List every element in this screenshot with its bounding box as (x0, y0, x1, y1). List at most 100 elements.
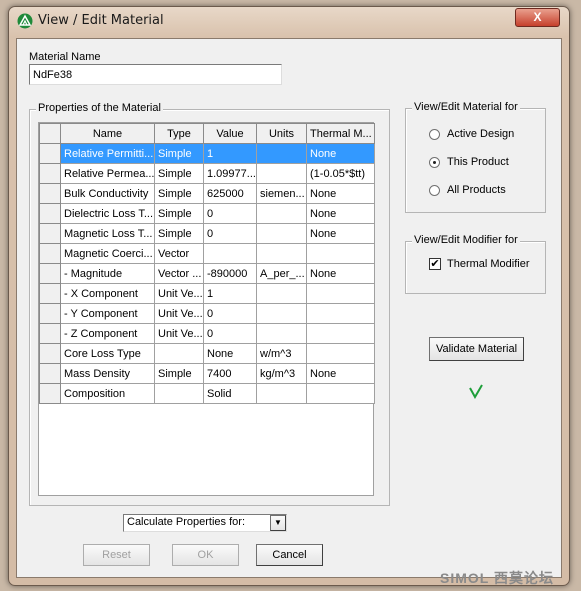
table-row[interactable]: - X Component Unit Ve... 1 (39, 283, 375, 304)
validate-material-button[interactable]: Validate Material (429, 337, 524, 361)
table-cell[interactable]: siemen... (256, 183, 307, 204)
row-header[interactable] (39, 223, 61, 244)
table-cell[interactable]: Simple (154, 363, 204, 384)
reset-button[interactable]: Reset (83, 544, 150, 566)
table-cell[interactable]: 0 (203, 223, 257, 244)
table-row[interactable]: - Magnitude Vector ... -890000 A_per_... Non… (39, 263, 375, 284)
table-cell[interactable]: - Magnitude (60, 263, 155, 284)
table-cell[interactable] (154, 343, 204, 364)
table-cell[interactable] (256, 303, 307, 324)
table-cell[interactable] (256, 283, 307, 304)
table-row[interactable]: Relative Permea... Simple 1.09977... (1-0.0… (39, 163, 375, 184)
table-row[interactable]: Mass Density Simple 7400 kg/m^3 None (39, 363, 375, 384)
table-cell[interactable]: w/m^3 (256, 343, 307, 364)
table-row[interactable]: Core Loss Type None w/m^3 (39, 343, 375, 364)
column-header[interactable]: Thermal M... (306, 123, 375, 144)
column-header[interactable]: Name (60, 123, 155, 144)
table-row[interactable]: Relative Permitti... Simple 1 None (39, 143, 375, 164)
table-cell[interactable] (306, 383, 375, 404)
table-cell[interactable] (306, 243, 375, 264)
table-cell[interactable]: 1 (203, 143, 257, 164)
row-header[interactable] (39, 323, 61, 344)
row-header[interactable] (39, 143, 61, 164)
table-cell[interactable]: Relative Permitti... (60, 143, 155, 164)
table-cell[interactable]: 1.09977... (203, 163, 257, 184)
table-row[interactable]: Dielectric Loss T... Simple 0 None (39, 203, 375, 224)
table-cell[interactable]: 0 (203, 203, 257, 224)
material-name-input[interactable] (29, 64, 282, 85)
ok-button[interactable]: OK (172, 544, 239, 566)
row-header[interactable] (39, 383, 61, 404)
table-cell[interactable]: A_per_... (256, 263, 307, 284)
table-cell[interactable] (154, 383, 204, 404)
table-cell[interactable]: 0 (203, 303, 257, 324)
table-cell[interactable]: (1-0.05*$tt) (306, 163, 375, 184)
table-cell[interactable] (256, 143, 307, 164)
row-header[interactable] (39, 263, 61, 284)
table-cell[interactable]: -890000 (203, 263, 257, 284)
table-cell[interactable] (306, 343, 375, 364)
table-cell[interactable] (256, 223, 307, 244)
table-cell[interactable]: Vector ... (154, 263, 204, 284)
table-cell[interactable]: None (306, 183, 375, 204)
close-button[interactable]: X (515, 8, 560, 27)
table-cell[interactable]: None (306, 143, 375, 164)
cancel-button[interactable]: Cancel (256, 544, 323, 566)
table-cell[interactable] (306, 303, 375, 324)
row-header[interactable] (39, 283, 61, 304)
thermal-modifier-checkbox[interactable]: ✔ (429, 258, 441, 270)
table-cell[interactable]: None (306, 203, 375, 224)
table-cell[interactable]: Bulk Conductivity (60, 183, 155, 204)
table-cell[interactable]: Simple (154, 163, 204, 184)
row-header[interactable] (39, 243, 61, 264)
table-cell[interactable]: Simple (154, 203, 204, 224)
table-cell[interactable]: Magnetic Coerci... (60, 243, 155, 264)
table-cell[interactable]: Core Loss Type (60, 343, 155, 364)
table-cell[interactable]: Unit Ve... (154, 283, 204, 304)
row-header[interactable] (39, 303, 61, 324)
row-header[interactable] (39, 363, 61, 384)
table-row[interactable]: Magnetic Coerci... Vector (39, 243, 375, 264)
column-header[interactable]: Value (203, 123, 257, 144)
radio-this-product[interactable] (429, 157, 440, 168)
row-header[interactable] (39, 183, 61, 204)
table-cell[interactable]: Solid (203, 383, 257, 404)
chevron-down-icon[interactable]: ▼ (270, 515, 286, 531)
table-cell[interactable] (306, 323, 375, 344)
table-cell[interactable]: Composition (60, 383, 155, 404)
table-cell[interactable]: 625000 (203, 183, 257, 204)
table-cell[interactable]: None (306, 223, 375, 244)
radio-all-products[interactable] (429, 185, 440, 196)
row-header[interactable] (39, 343, 61, 364)
radio-active-design[interactable] (429, 129, 440, 140)
table-cell[interactable]: - Y Component (60, 303, 155, 324)
table-cell[interactable] (256, 163, 307, 184)
table-cell[interactable]: None (306, 263, 375, 284)
table-cell[interactable]: Simple (154, 143, 204, 164)
table-cell[interactable]: - Z Component (60, 323, 155, 344)
column-header[interactable]: Units (256, 123, 307, 144)
calculate-properties-dropdown[interactable]: Calculate Properties for: ▼ (123, 514, 287, 532)
table-row[interactable]: - Z Component Unit Ve... 0 (39, 323, 375, 344)
table-cell[interactable]: Mass Density (60, 363, 155, 384)
table-cell[interactable] (256, 323, 307, 344)
table-cell[interactable] (256, 243, 307, 264)
table-cell[interactable]: Dielectric Loss T... (60, 203, 155, 224)
table-cell[interactable]: Unit Ve... (154, 303, 204, 324)
table-cell[interactable]: 7400 (203, 363, 257, 384)
row-header[interactable] (39, 203, 61, 224)
table-row[interactable]: Composition Solid (39, 383, 375, 404)
row-header[interactable] (39, 163, 61, 184)
table-cell[interactable]: Simple (154, 183, 204, 204)
table-row[interactable]: Magnetic Loss T... Simple 0 None (39, 223, 375, 244)
table-cell[interactable]: - X Component (60, 283, 155, 304)
table-cell[interactable]: Magnetic Loss T... (60, 223, 155, 244)
table-cell[interactable] (256, 203, 307, 224)
table-cell[interactable]: Unit Ve... (154, 323, 204, 344)
table-row[interactable]: Bulk Conductivity Simple 625000 siemen... No… (39, 183, 375, 204)
table-cell[interactable]: kg/m^3 (256, 363, 307, 384)
table-cell[interactable]: None (203, 343, 257, 364)
table-cell[interactable]: Relative Permea... (60, 163, 155, 184)
table-cell[interactable]: Vector (154, 243, 204, 264)
table-cell[interactable]: Simple (154, 223, 204, 244)
